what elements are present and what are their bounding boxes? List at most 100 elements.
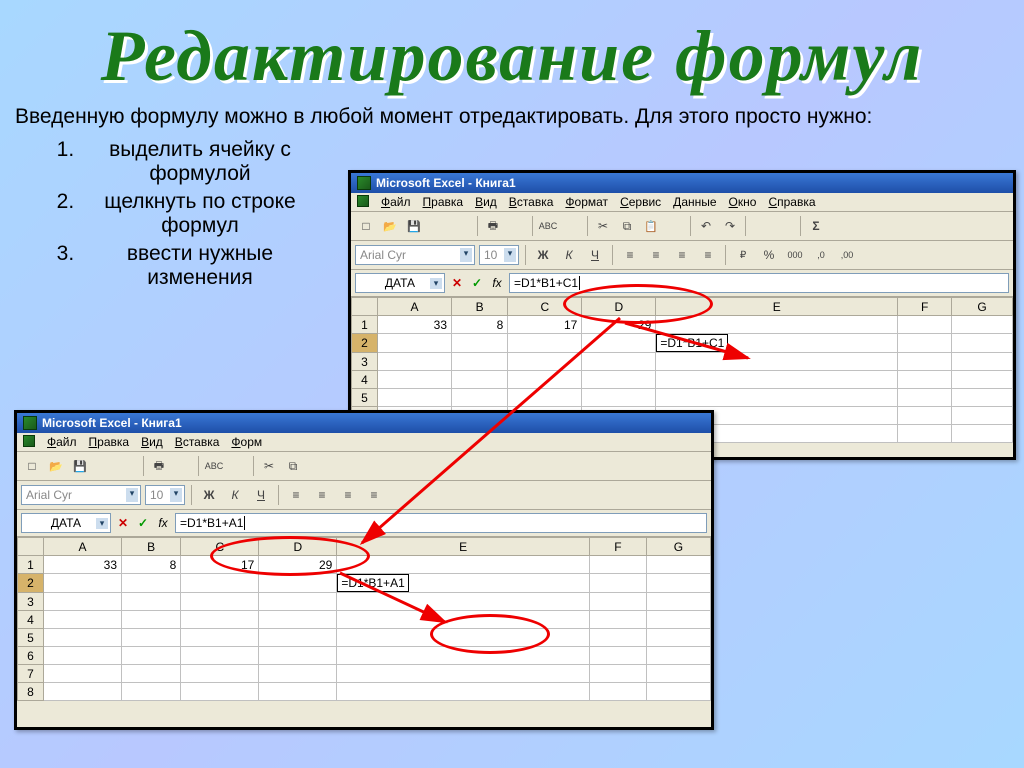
bold-icon[interactable] [532, 244, 554, 266]
formula-input[interactable]: =D1*B1+A1 [175, 513, 707, 533]
cell[interactable] [646, 574, 710, 593]
merge-icon[interactable] [363, 484, 385, 506]
print-icon[interactable] [482, 215, 504, 237]
cell[interactable]: 29 [259, 556, 337, 574]
cell[interactable] [646, 556, 710, 574]
undo-icon[interactable] [695, 215, 717, 237]
print-icon[interactable] [148, 455, 170, 477]
row-header[interactable]: 6 [18, 647, 44, 665]
menu-insert[interactable]: Вставка [175, 435, 220, 449]
spreadsheet-grid[interactable]: A B C D E F G 1 33 8 17 29 2 =D1*B1+A1 [17, 537, 711, 701]
col-header[interactable]: F [589, 538, 646, 556]
cell[interactable] [656, 316, 898, 334]
underline-icon[interactable] [584, 244, 606, 266]
bold-icon[interactable] [198, 484, 220, 506]
spell-icon[interactable]: ABC [537, 215, 559, 237]
select-all-corner[interactable] [18, 538, 44, 556]
cell[interactable] [378, 334, 452, 353]
menu-file[interactable]: Файл [47, 435, 77, 449]
font-size-combo[interactable]: 10 [145, 485, 185, 505]
col-header[interactable]: F [898, 298, 952, 316]
cell[interactable] [589, 574, 646, 593]
cell[interactable]: 8 [452, 316, 508, 334]
menu-help[interactable]: Справка [768, 195, 815, 209]
row-header[interactable]: 2 [18, 574, 44, 593]
percent-icon[interactable] [758, 244, 780, 266]
underline-icon[interactable] [250, 484, 272, 506]
copy-icon[interactable] [616, 215, 638, 237]
font-name-combo[interactable]: Arial Cyr [355, 245, 475, 265]
cell[interactable] [952, 316, 1013, 334]
select-all-corner[interactable] [352, 298, 378, 316]
active-cell[interactable]: =D1*B1+C1 [656, 334, 898, 353]
menu-format[interactable]: Формат [565, 195, 608, 209]
cell[interactable] [259, 574, 337, 593]
open-icon[interactable] [379, 215, 401, 237]
toolbar-icon[interactable] [506, 215, 528, 237]
cell[interactable] [589, 556, 646, 574]
col-header[interactable]: A [378, 298, 452, 316]
new-icon[interactable] [355, 215, 377, 237]
align-right-icon[interactable] [337, 484, 359, 506]
new-icon[interactable] [21, 455, 43, 477]
toolbar-icon[interactable] [227, 455, 249, 477]
open-icon[interactable] [45, 455, 67, 477]
font-size-combo[interactable]: 10 [479, 245, 519, 265]
col-header[interactable]: C [181, 538, 259, 556]
toolbar-icon[interactable] [829, 215, 851, 237]
cell[interactable] [181, 574, 259, 593]
cell[interactable] [337, 556, 590, 574]
row-header[interactable]: 7 [18, 665, 44, 683]
row-header[interactable]: 5 [352, 389, 378, 407]
toolbar-icon[interactable] [561, 215, 583, 237]
menu-data[interactable]: Данные [673, 195, 716, 209]
menu-view[interactable]: Вид [475, 195, 497, 209]
name-box[interactable]: ДАТА [355, 273, 445, 293]
col-header[interactable]: B [452, 298, 508, 316]
cell[interactable]: 33 [44, 556, 122, 574]
toolbar-icon[interactable] [774, 215, 796, 237]
formula-input[interactable]: =D1*B1+C1 [509, 273, 1009, 293]
menu-view[interactable]: Вид [141, 435, 163, 449]
col-header[interactable]: C [508, 298, 582, 316]
menu-window[interactable]: Окно [729, 195, 757, 209]
copy-icon[interactable] [282, 455, 304, 477]
cell[interactable]: 33 [378, 316, 452, 334]
formula-cancel-icon[interactable]: ✕ [449, 276, 465, 290]
menu-file[interactable]: Файл [381, 195, 411, 209]
row-header[interactable]: 4 [352, 371, 378, 389]
autosum-icon[interactable] [805, 215, 827, 237]
formula-cancel-icon[interactable]: ✕ [115, 516, 131, 530]
row-header[interactable]: 3 [18, 593, 44, 611]
col-header[interactable]: D [582, 298, 656, 316]
col-header[interactable]: G [646, 538, 710, 556]
spell-icon[interactable]: ABC [203, 455, 225, 477]
menu-insert[interactable]: Вставка [509, 195, 554, 209]
align-right-icon[interactable] [671, 244, 693, 266]
inc-decimal-icon[interactable]: ,0 [810, 244, 832, 266]
col-header[interactable]: D [259, 538, 337, 556]
cell[interactable]: 17 [181, 556, 259, 574]
align-center-icon[interactable] [311, 484, 333, 506]
cell[interactable] [582, 334, 656, 353]
cut-icon[interactable] [258, 455, 280, 477]
cell[interactable] [452, 334, 508, 353]
thousands-icon[interactable]: 000 [784, 244, 806, 266]
formula-ok-icon[interactable]: ✓ [135, 516, 151, 530]
dec-decimal-icon[interactable]: ,00 [836, 244, 858, 266]
row-header[interactable]: 3 [352, 353, 378, 371]
menu-format[interactable]: Форм [231, 435, 262, 449]
cell[interactable] [898, 316, 952, 334]
align-left-icon[interactable] [619, 244, 641, 266]
fx-icon[interactable]: fx [155, 516, 171, 530]
row-header[interactable]: 2 [352, 334, 378, 353]
cell[interactable] [122, 574, 181, 593]
fx-icon[interactable]: fx [489, 276, 505, 290]
active-cell[interactable]: =D1*B1+A1 [337, 574, 590, 593]
col-header[interactable]: A [44, 538, 122, 556]
menu-service[interactable]: Сервис [620, 195, 661, 209]
row-header[interactable]: 5 [18, 629, 44, 647]
toolbar-icon[interactable] [172, 455, 194, 477]
cell[interactable]: 17 [508, 316, 582, 334]
toolbar-icon[interactable] [117, 455, 139, 477]
